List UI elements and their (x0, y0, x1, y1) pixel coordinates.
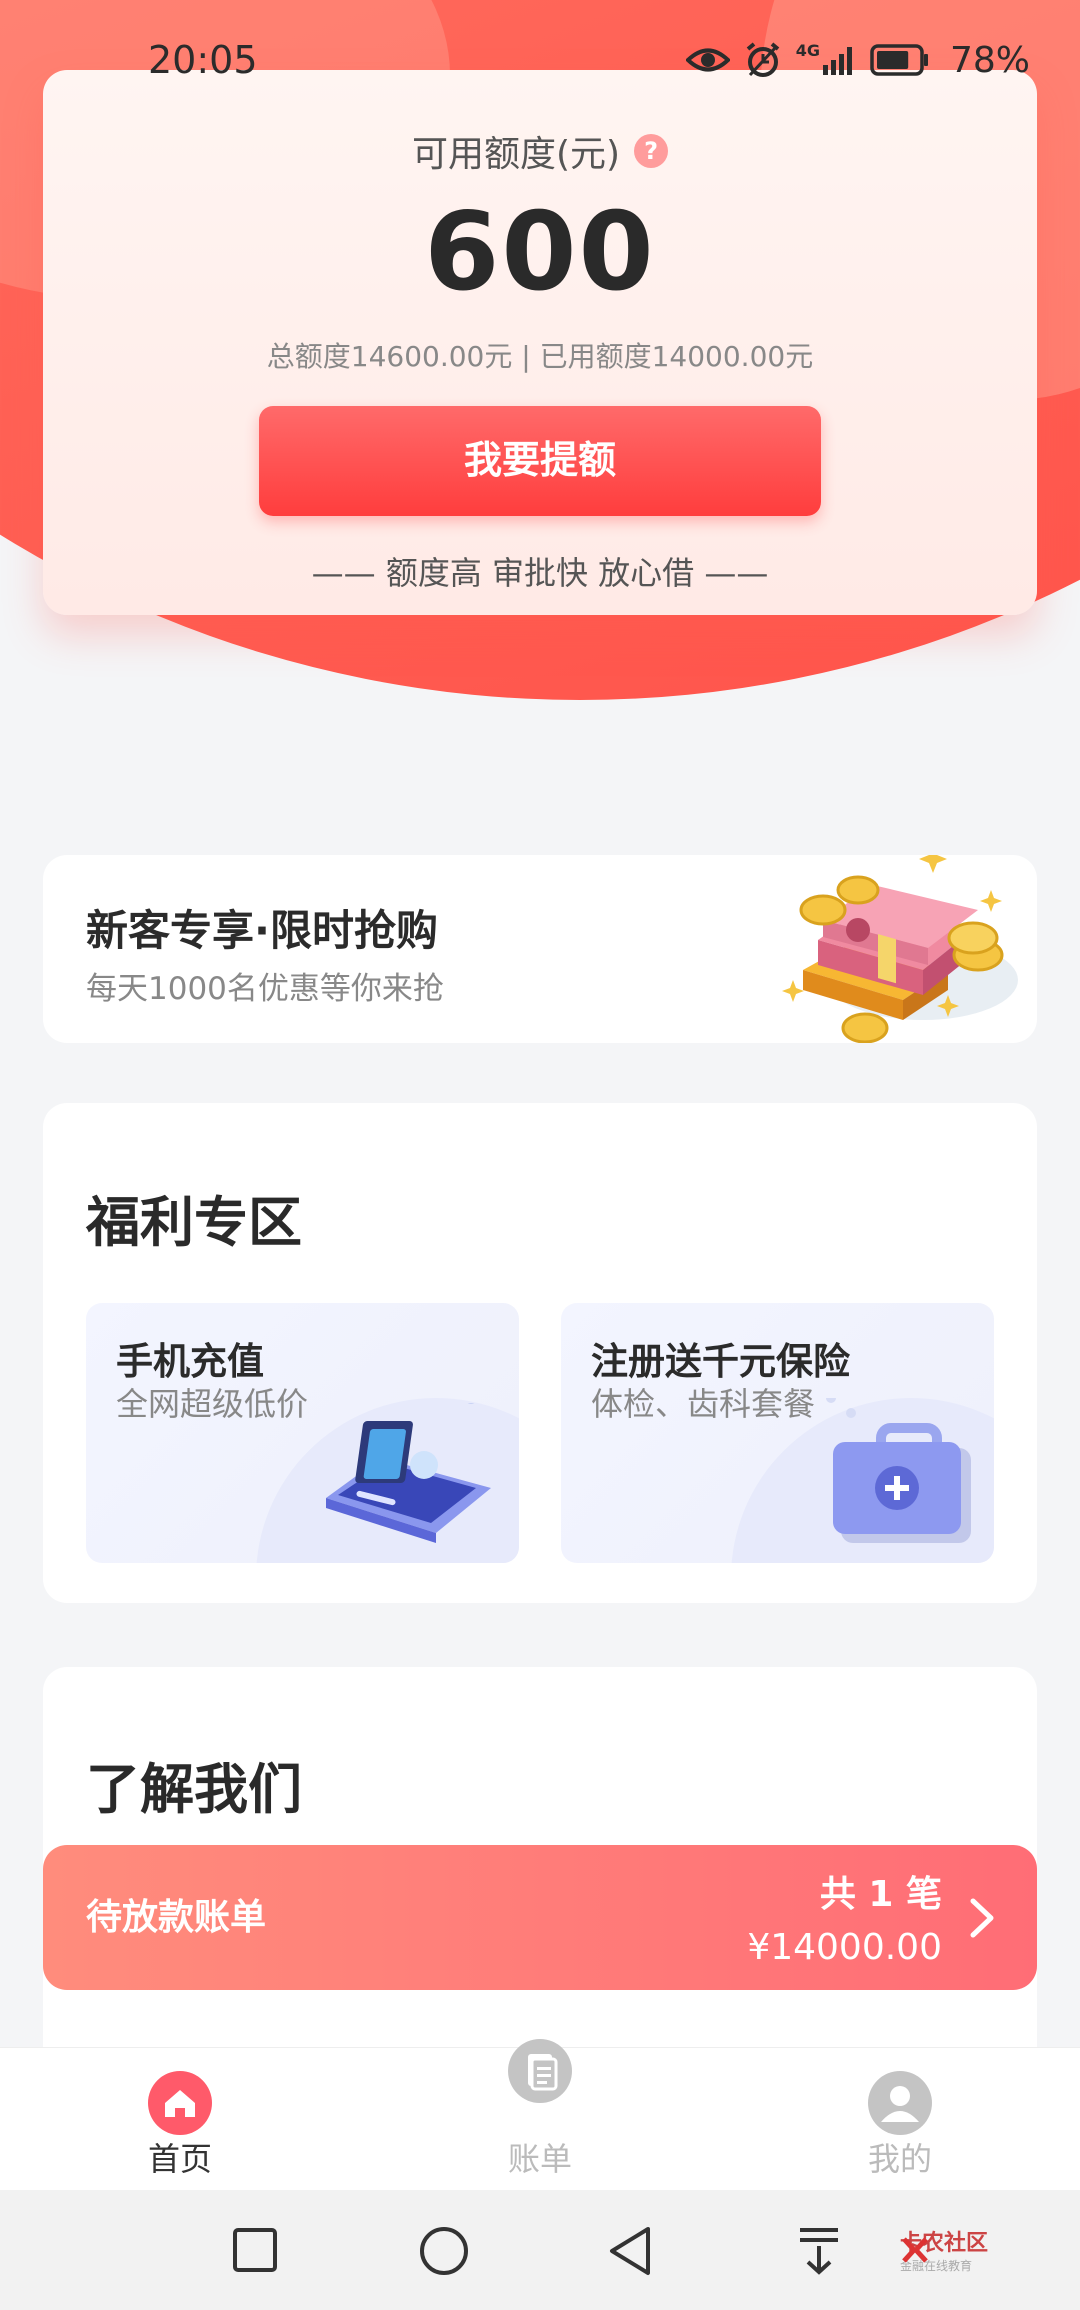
signal-icon (822, 47, 852, 75)
chevron-right-icon (970, 1898, 994, 1938)
nav-label-mine: 我的 (867, 2140, 932, 2178)
watermark: 卡农社区 金融在线教育 (900, 2225, 988, 2274)
pending-bill-label: 待放款账单 (86, 1897, 267, 1938)
welfare-item-title: 手机充值 (116, 1340, 264, 1383)
pending-bill-banner[interactable]: 待放款账单 共 1 笔 ¥14000.00 (43, 1845, 1037, 1990)
welfare-section: 福利专区 手机充值 全网超级低价 注册送千元保险 体检、齿科套餐 (43, 1103, 1037, 1603)
nav-item-home[interactable]: 首页 (0, 2048, 360, 2190)
home-circle-icon[interactable] (418, 2225, 470, 2277)
credit-title-row: 可用额度(元) ? (43, 125, 1037, 177)
nav-label-bill: 账单 (507, 2140, 572, 2178)
credit-detail: 总额度14600.00元 | 已用额度14000.00元 (266, 340, 814, 373)
battery-icon (870, 44, 928, 76)
promo-title: 新客专享·限时抢购 (86, 906, 438, 955)
status-time: 20:05 (148, 38, 258, 82)
welfare-item-phone-recharge[interactable]: 手机充值 全网超级低价 (86, 1303, 519, 1563)
credit-slogan: —— 额度高 审批快 放心借 —— (311, 554, 769, 592)
welfare-item-title: 注册送千元保险 (591, 1340, 850, 1383)
back-icon[interactable] (606, 2225, 654, 2277)
available-credit-amount: 600 (424, 190, 656, 315)
promo-subtitle: 每天1000名优惠等你来抢 (86, 971, 444, 1007)
phone-card-illustration (326, 1403, 491, 1543)
money-stack-illustration (782, 855, 1018, 1043)
nav-item-bill[interactable]: 账单 (360, 2039, 720, 2190)
network-type: 4G (795, 40, 820, 60)
welfare-title: 福利专区 (86, 1191, 302, 1254)
welfare-item-insurance[interactable]: 注册送千元保险 体检、齿科套餐 (561, 1303, 994, 1563)
pending-bill-amount: ¥14000.00 (747, 1927, 942, 1968)
eye-icon (685, 48, 730, 72)
about-title: 了解我们 (86, 1758, 302, 1821)
battery-percent: 78% (949, 39, 1030, 81)
kanong-logo-icon (902, 2236, 928, 2263)
question-icon[interactable]: ? (634, 134, 669, 168)
raise-credit-button[interactable]: 我要提额 (259, 406, 821, 516)
notification-pull-icon[interactable] (796, 2226, 842, 2276)
bill-icon (508, 2039, 572, 2103)
user-icon (868, 2071, 932, 2135)
welfare-item-subtitle: 体检、齿科套餐 (591, 1385, 816, 1423)
nav-label-home: 首页 (147, 2140, 212, 2178)
credit-title: 可用额度(元) (411, 134, 621, 175)
system-navigation-bar: 卡农社区 金融在线教育 (0, 2190, 1080, 2310)
home-icon (148, 2071, 212, 2135)
alarm-icon (746, 42, 779, 77)
new-customer-promo-card[interactable]: 新客专享·限时抢购 每天1000名优惠等你来抢 (43, 855, 1037, 1043)
recent-apps-icon[interactable] (232, 2227, 278, 2273)
bottom-navigation: 首页 账单 我的 (0, 2039, 1080, 2190)
welfare-item-subtitle: 全网超级低价 (116, 1385, 309, 1423)
nav-item-mine[interactable]: 我的 (720, 2048, 1080, 2190)
credit-card: 可用额度(元) ? 600 总额度14600.00元 | 已用额度14000.0… (43, 70, 1037, 615)
pending-bill-count: 共 1 笔 (819, 1874, 942, 1915)
medical-kit-illustration (826, 1398, 971, 1543)
status-bar: 20:05 4G 78% (0, 0, 1080, 120)
